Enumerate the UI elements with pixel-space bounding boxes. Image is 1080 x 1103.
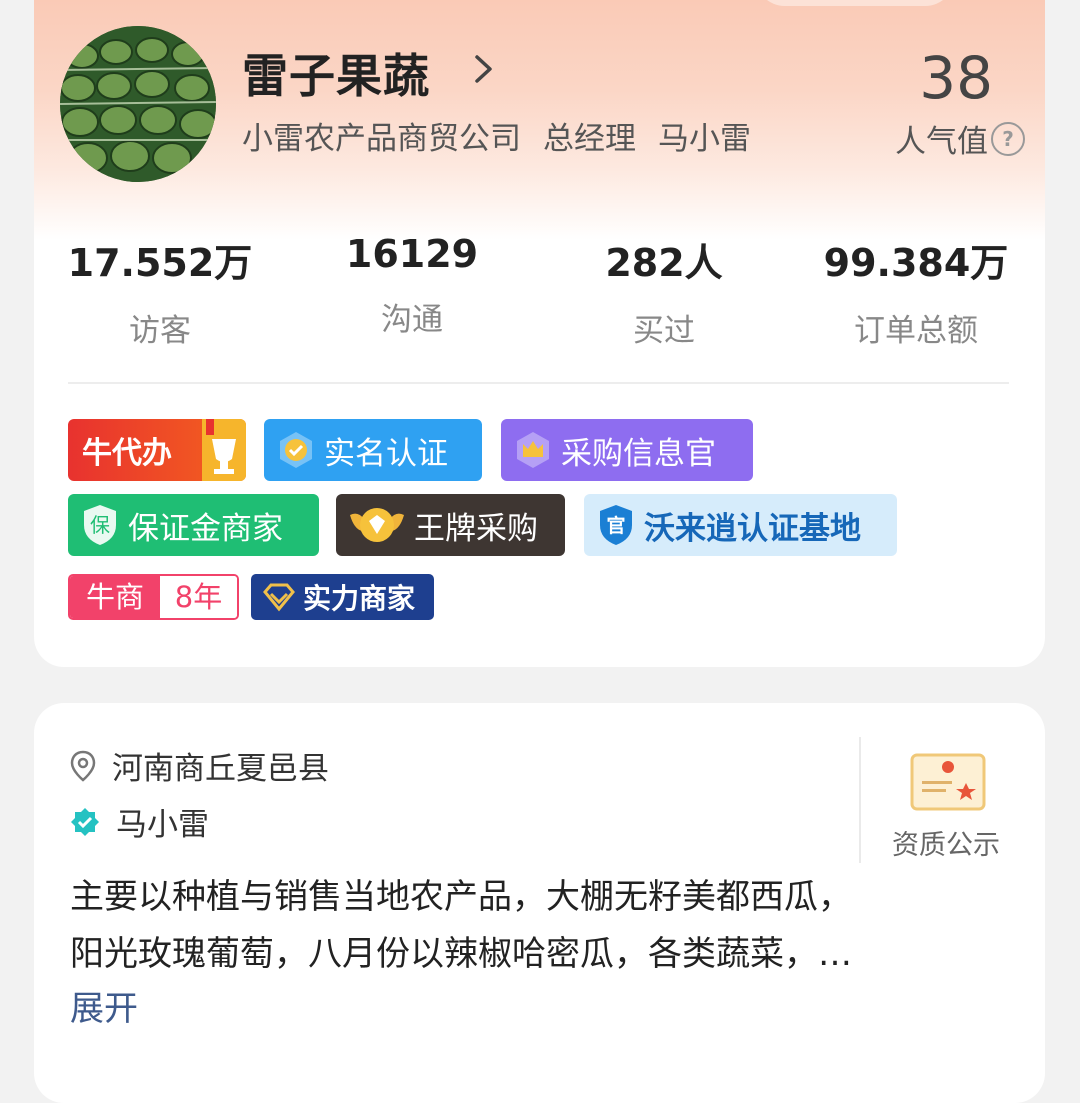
badge-label: 王牌采购	[414, 510, 538, 547]
shop-profile-card: 雷子果蔬 小雷农产品商贸公司 总经理 马小雷 38 人气值 ? 17.552万 访客…	[34, 0, 1045, 667]
shop-name[interactable]: 雷子果蔬	[242, 40, 430, 106]
shield-char: 官	[606, 514, 625, 537]
badge-real-name[interactable]: 实名认证	[264, 419, 482, 481]
stat-label: 访客	[129, 313, 191, 349]
stats-row: 17.552万 访客 16129 沟通 282人 买过 99.384万 订单总额	[34, 232, 1045, 349]
shield-bao-icon: 保	[80, 503, 120, 547]
stat-value: 282人	[605, 241, 723, 285]
badge-label: 保证金商家	[128, 510, 283, 547]
shop-subtitle: 小雷农产品商贸公司 总经理 马小雷	[242, 113, 773, 158]
owner-position: 总经理	[543, 121, 636, 157]
stat-value: 17.552万	[67, 241, 253, 285]
description-line: 主要以种植与销售当地农产品，大棚无籽美都西瓜，	[70, 877, 852, 917]
verified-name-row: 马小雷	[70, 799, 209, 844]
badge-wolai-base[interactable]: 官 沃来逍认证基地	[584, 494, 897, 556]
company-name: 小雷农产品商贸公司	[242, 121, 521, 157]
badge-ace-purchase[interactable]: 王牌采购	[336, 494, 565, 556]
certificate-icon[interactable]	[910, 753, 986, 815]
stat-communications: 16129 沟通	[286, 232, 538, 339]
shield-check-icon	[276, 430, 316, 470]
expand-link[interactable]: 展开	[70, 981, 138, 1030]
badge-strong-merchant[interactable]: 实力商家	[251, 574, 434, 620]
stat-value: 99.384万	[823, 241, 1009, 285]
badge-niushang-years[interactable]: 牛商 8年	[68, 574, 239, 620]
stat-label: 沟通	[381, 302, 443, 338]
location-pin-icon	[70, 750, 96, 782]
popularity-label: 人气值	[895, 124, 988, 160]
location-row: 河南商丘夏邑县	[70, 743, 329, 788]
diamond-wings-icon	[348, 503, 406, 547]
location-text: 河南商丘夏邑县	[112, 751, 329, 787]
badge-years: 8年	[160, 576, 237, 618]
popularity-label-row[interactable]: 人气值 ?	[895, 116, 1025, 161]
stat-order-total: 99.384万 订单总额	[790, 232, 1042, 350]
shield-guan-icon: 官	[596, 503, 636, 547]
stat-visitors: 17.552万 访客	[34, 232, 286, 350]
chevron-right-icon[interactable]	[468, 54, 498, 84]
diamond-icon	[261, 582, 297, 612]
badge-label: 沃来逍认证基地	[644, 510, 861, 547]
badge-label: 采购信息官	[561, 435, 716, 472]
badge-label: 实力商家	[303, 582, 416, 615]
shop-description: 主要以种植与销售当地农产品，大棚无籽美都西瓜， 阳光玫瑰葡萄，八月份以辣椒哈密瓜…	[70, 869, 1000, 983]
badge-deposit-merchant[interactable]: 保 保证金商家	[68, 494, 319, 556]
stat-label: 买过	[633, 313, 695, 349]
verified-badge-icon	[70, 807, 100, 837]
question-circle-icon[interactable]: ?	[991, 121, 1025, 156]
vertical-divider	[859, 737, 861, 863]
divider	[68, 382, 1009, 384]
stat-buyers: 282人 买过	[538, 232, 790, 350]
badge-label: 牛代办	[82, 436, 172, 471]
popularity-value: 38	[919, 44, 993, 112]
badge-label: 实名认证	[324, 435, 448, 472]
crown-icon	[513, 430, 553, 470]
header-decoration	[755, 0, 955, 6]
description-line: 阳光玫瑰葡萄，八月份以辣椒哈密瓜，各类蔬菜，…	[70, 934, 852, 974]
shop-info-card: 河南商丘夏邑县 马小雷 资质公示 主要以种植与销售当地农产品，大棚无籽美都西瓜，…	[34, 703, 1045, 1103]
shield-char: 保	[90, 513, 110, 537]
owner-name: 马小雷	[658, 121, 751, 157]
stat-label: 订单总额	[854, 313, 978, 349]
stat-value: 16129	[345, 232, 479, 276]
trophy-icon	[202, 419, 246, 481]
badge-niudaiban[interactable]: 牛代办	[68, 419, 246, 481]
verified-name: 马小雷	[116, 807, 209, 843]
badge-label: 牛商	[70, 576, 160, 618]
cert-label[interactable]: 资质公示	[892, 823, 1000, 862]
shop-avatar[interactable]	[60, 26, 216, 182]
badge-purchase-officer[interactable]: 采购信息官	[501, 419, 753, 481]
